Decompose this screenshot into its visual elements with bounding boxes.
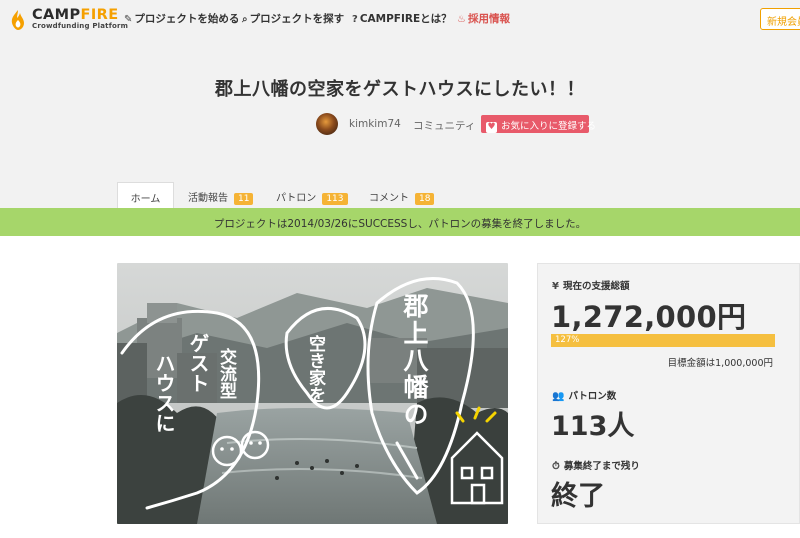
owner-avatar[interactable] — [316, 113, 338, 135]
patron-count-label: 👥 パトロン数 — [552, 391, 617, 402]
flame-icon — [11, 10, 24, 30]
project-main-image[interactable]: 郡上八幡の 空き家を 交流型 ゲスト ハウスに — [117, 263, 508, 524]
owner-name[interactable]: kimkim74 — [349, 118, 401, 130]
nav-about[interactable]: ? CAMPFIREとは？ — [352, 11, 452, 26]
activity-count-badge: 11 — [234, 193, 254, 205]
image-text-4: ゲスト — [186, 333, 210, 393]
comment-count-badge: 18 — [415, 193, 435, 205]
total-funding-label: ¥ 現在の支援総額 — [552, 281, 630, 292]
top-nav-bar: CAMPFIRE Crowdfunding Platform ✎ プロジェクトを始… — [0, 0, 800, 38]
tab-home[interactable]: ホーム — [117, 182, 174, 209]
funding-summary-panel: ¥ 現在の支援総額 1,272,000円 127% 目標金額は1,000,000円… — [537, 263, 800, 524]
total-funding-amount: 1,272,000円 — [551, 300, 747, 334]
question-circle-icon: ? — [352, 14, 358, 25]
nav-hiring[interactable]: ♨ 採用情報 — [457, 11, 510, 26]
users-icon: 👥 — [552, 391, 565, 402]
campfire-logo[interactable]: CAMPFIRE Crowdfunding Platform — [7, 8, 128, 32]
funding-percent: 127% — [555, 335, 580, 345]
tab-comments[interactable]: コメント 18 — [369, 182, 435, 209]
heart-icon: ♥ — [486, 122, 497, 133]
funding-progress-bar: 127% — [551, 334, 775, 347]
logo-wordmark: CAMPFIRE — [32, 7, 119, 23]
nav-start-project[interactable]: ✎ プロジェクトを始める — [124, 11, 239, 26]
image-text-2: 空き家を — [305, 335, 325, 403]
project-category[interactable]: コミュニティ — [413, 118, 475, 133]
patron-count-badge: 113 — [322, 193, 348, 205]
patron-count: 113人 — [551, 411, 635, 442]
clock-icon: ⏱ — [552, 461, 560, 472]
favorite-button[interactable]: ♥ お気に入りに登録する — [481, 115, 596, 133]
tab-activity-reports[interactable]: 活動報告 11 — [188, 182, 254, 209]
image-text-5: ハウスに — [152, 353, 176, 433]
image-text-1: 郡上八幡の — [400, 293, 429, 428]
project-title: 郡上八幡の空家をゲストハウスにしたい！！ — [215, 79, 585, 100]
funding-goal: 目標金額は1,000,000円 — [667, 358, 773, 369]
edit-icon: ✎ — [124, 14, 133, 25]
yen-icon: ¥ — [552, 281, 559, 292]
success-banner: プロジェクトは2014/03/26にSUCCESSし、パトロンの募集を終了しまし… — [0, 208, 800, 236]
remaining-time-value: 終了 — [551, 481, 605, 512]
remaining-time-label: ⏱ 募集終了まで残り — [552, 461, 640, 472]
logo-tagline: Crowdfunding Platform — [32, 22, 129, 30]
tab-patrons[interactable]: パトロン 113 — [276, 182, 348, 209]
search-icon: ⌕ — [242, 14, 248, 25]
image-text-3: 交流型 — [216, 348, 236, 399]
signup-button[interactable]: 新規会員 — [760, 8, 800, 30]
fire-icon: ♨ — [457, 14, 466, 25]
nav-explore-projects[interactable]: ⌕ プロジェクトを探す — [242, 11, 344, 26]
